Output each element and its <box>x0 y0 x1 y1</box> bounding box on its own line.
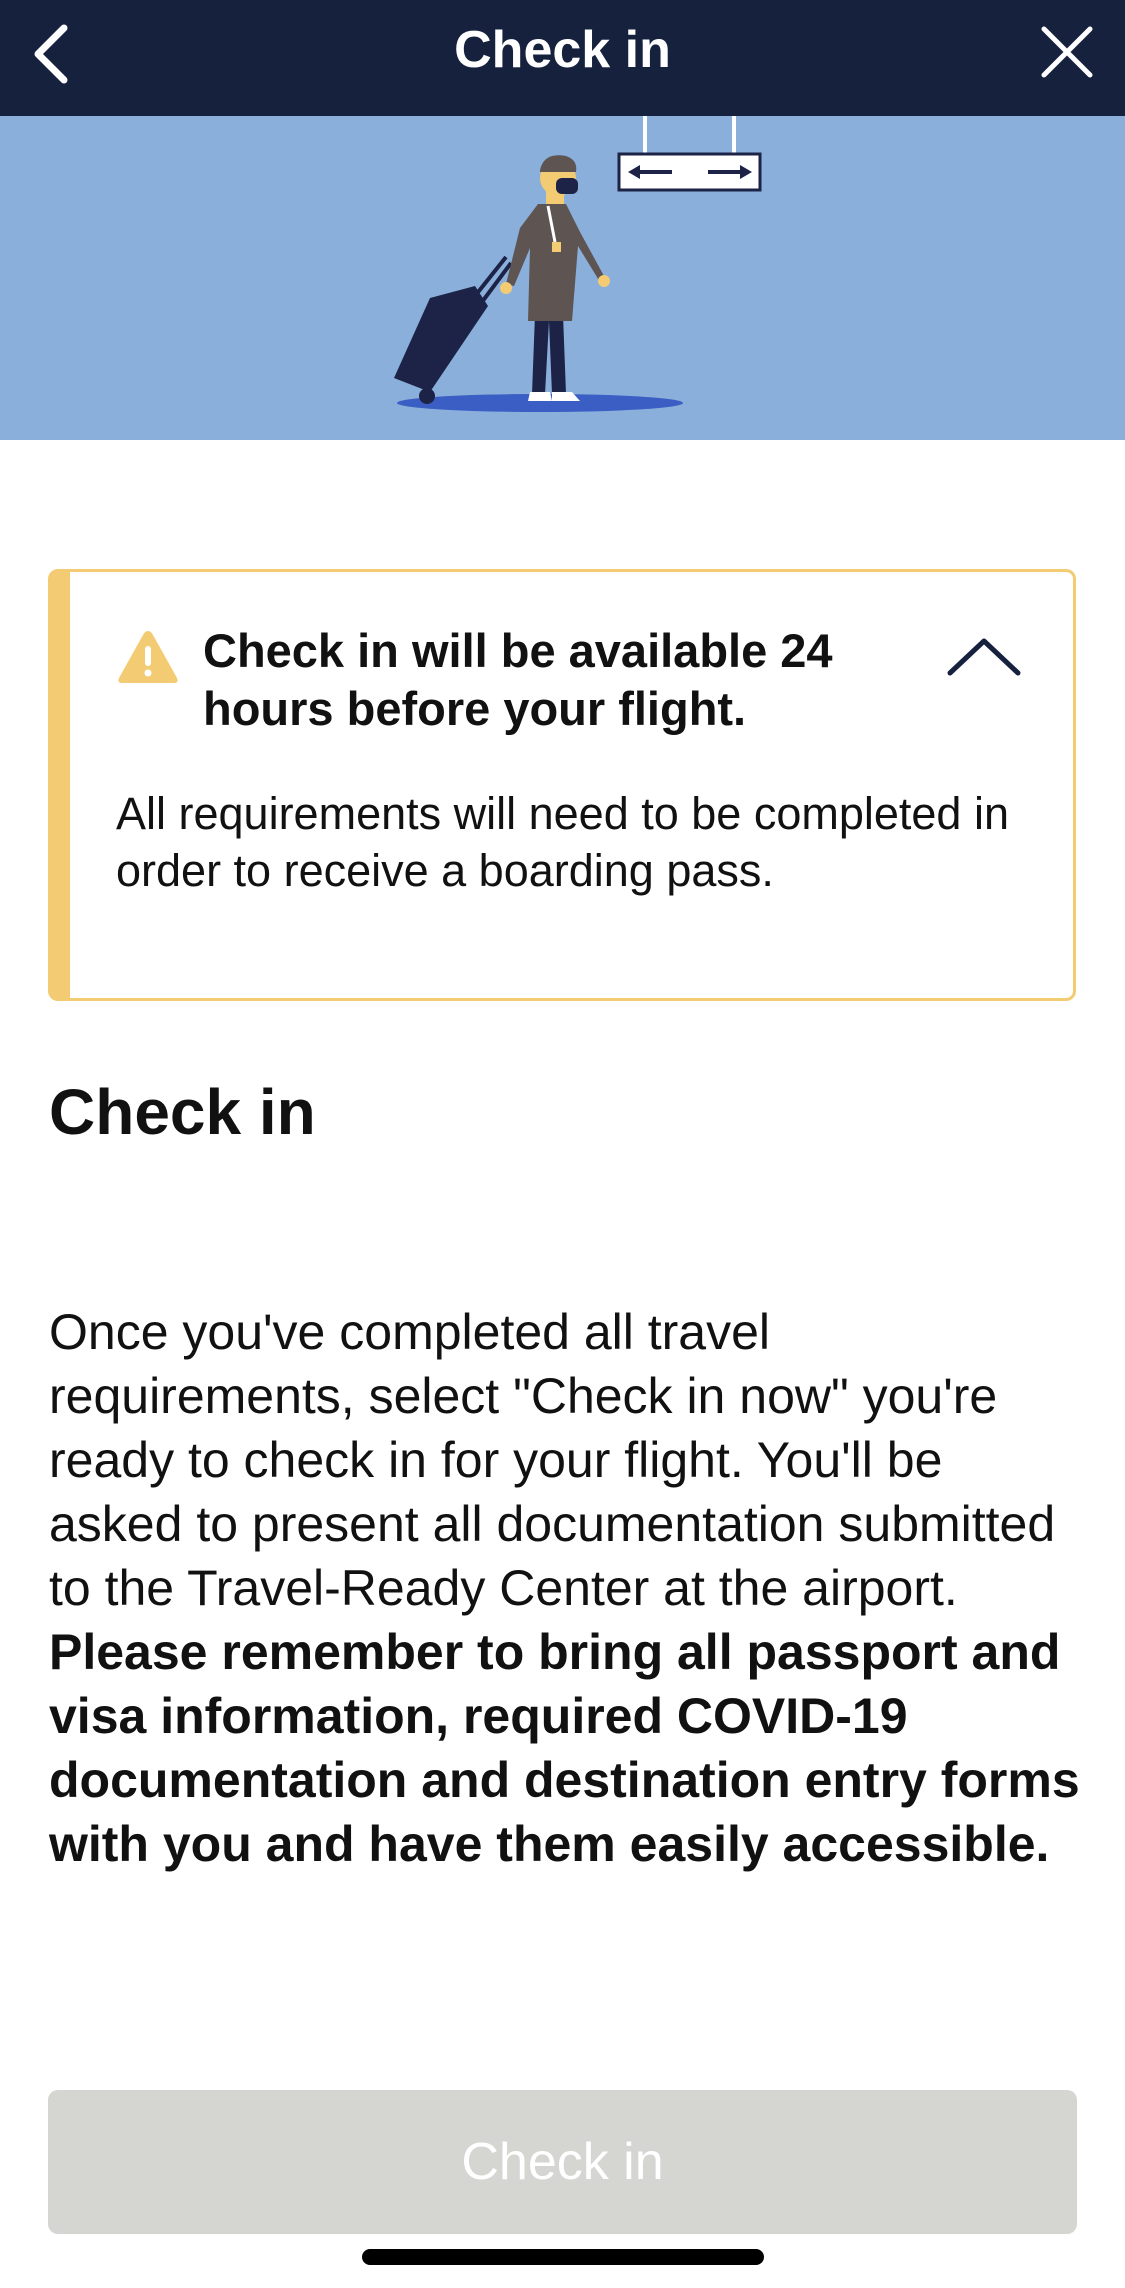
hero-illustration <box>0 116 1125 440</box>
checkin-availability-alert: Check in will be available 24 hours befo… <box>48 569 1076 1001</box>
check-in-button[interactable]: Check in <box>48 2090 1077 2234</box>
close-button[interactable] <box>1025 10 1109 94</box>
direction-sign-icon <box>617 116 762 192</box>
page-title: Check in <box>454 21 671 79</box>
section-title: Check in <box>49 1076 316 1148</box>
navigation-bar: Check in <box>0 0 1125 116</box>
close-icon <box>1041 26 1093 78</box>
warning-icon <box>118 631 178 683</box>
traveler-illustration <box>394 116 762 412</box>
chevron-up-icon <box>947 638 1021 676</box>
traveler-figure <box>500 155 610 401</box>
description-text: Once you've completed all travel require… <box>49 1304 1056 1616</box>
check-in-screen: Check in Check in will be available 24 h… <box>0 0 1125 2288</box>
alert-title: Check in will be available 24 hours befo… <box>203 624 833 735</box>
home-indicator <box>362 2249 764 2265</box>
collapse-alert-button[interactable] <box>943 626 1025 686</box>
checkin-description: Once you've completed all travel require… <box>49 1300 1089 1876</box>
description-important-text: Please remember to bring all passport an… <box>49 1624 1080 1872</box>
alert-body: All requirements will need to be complet… <box>116 788 1009 896</box>
suitcase-icon <box>394 255 513 404</box>
